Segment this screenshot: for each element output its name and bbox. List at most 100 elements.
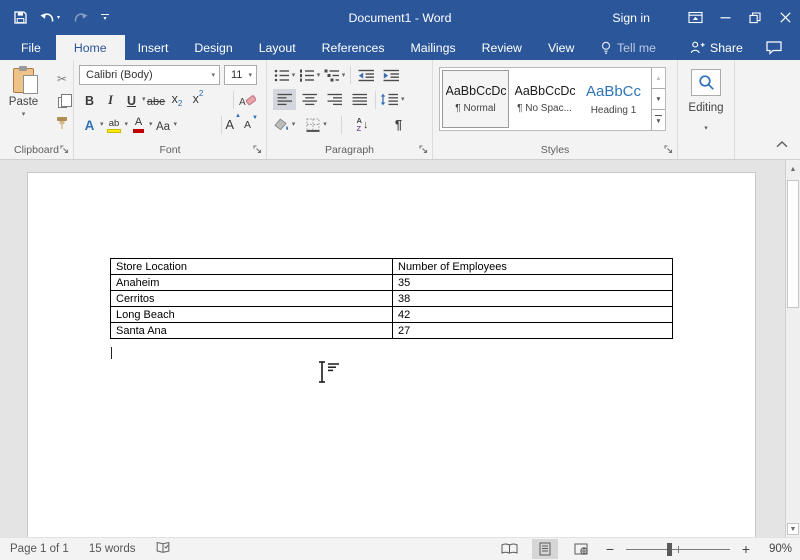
tab-file[interactable]: File <box>6 35 56 60</box>
share-button[interactable]: Share <box>690 35 743 60</box>
text-effects-button[interactable]: A <box>80 114 99 135</box>
change-case-button[interactable]: Aa <box>154 114 173 135</box>
bullets-button[interactable]: ▾ <box>273 65 296 86</box>
font-size-select[interactable]: 11 ▾ <box>224 65 257 85</box>
table-cell[interactable]: Store Location <box>110 258 393 275</box>
zoom-in-button[interactable]: + <box>740 541 752 557</box>
clear-formatting-button[interactable]: A <box>238 89 257 110</box>
ribbon-display-options-button[interactable] <box>680 0 710 35</box>
editing-dropdown-icon[interactable]: ▾ <box>704 125 708 132</box>
minimize-button[interactable] <box>710 0 740 35</box>
numbering-button[interactable]: ▾ <box>298 65 321 86</box>
restore-button[interactable] <box>740 0 770 35</box>
web-layout-button[interactable] <box>568 539 594 559</box>
tell-me-button[interactable]: Tell me <box>600 35 656 60</box>
italic-button[interactable]: I <box>101 89 120 110</box>
text-effects-dropdown-icon[interactable]: ▾ <box>100 121 104 128</box>
proofing-status-button[interactable] <box>156 541 171 557</box>
save-button[interactable] <box>14 11 27 24</box>
table-cell[interactable]: Number of Employees <box>392 258 673 275</box>
align-right-button[interactable] <box>323 89 346 110</box>
table-cell[interactable]: Santa Ana <box>110 322 393 339</box>
align-left-button[interactable] <box>273 89 296 110</box>
underline-button[interactable]: U <box>122 89 141 110</box>
zoom-level-label[interactable]: 90% <box>762 543 792 555</box>
scrollbar-down-button[interactable]: ▼ <box>787 523 799 535</box>
qat-customize-button[interactable]: ▾ <box>101 13 110 22</box>
find-button[interactable] <box>691 69 721 96</box>
table-cell[interactable]: 42 <box>392 306 673 323</box>
undo-dropdown-icon[interactable]: ▾ <box>57 15 60 21</box>
increase-indent-button[interactable] <box>380 65 403 86</box>
line-spacing-button[interactable]: ▾ <box>380 89 405 110</box>
styles-scroll-up-button[interactable]: ▲ <box>652 68 665 89</box>
print-layout-button[interactable] <box>532 539 558 559</box>
redo-button[interactable] <box>73 12 88 24</box>
paste-button[interactable]: Paste ▾ <box>3 63 44 131</box>
sort-button[interactable]: A Z ↓ <box>351 114 374 135</box>
strikethrough-button[interactable]: abe <box>147 89 166 110</box>
shrink-font-button[interactable]: A ▼ <box>244 115 258 131</box>
document-page[interactable] <box>27 172 756 537</box>
read-mode-button[interactable] <box>496 539 522 559</box>
multilevel-list-button[interactable]: ▾ <box>323 65 346 86</box>
tab-mailings[interactable]: Mailings <box>398 35 469 60</box>
subscript-button[interactable]: x2 <box>168 89 187 110</box>
clipboard-dialog-launcher[interactable] <box>59 144 70 155</box>
highlight-dropdown-icon[interactable]: ▾ <box>125 121 129 128</box>
align-center-button[interactable] <box>298 89 321 110</box>
table-cell[interactable]: 27 <box>392 322 673 339</box>
tab-home[interactable]: Home <box>55 35 125 60</box>
close-button[interactable] <box>770 0 800 35</box>
decrease-indent-button[interactable] <box>355 65 378 86</box>
table-cell[interactable]: Anaheim <box>110 274 393 291</box>
table-cell[interactable]: Long Beach <box>110 306 393 323</box>
justify-button[interactable] <box>348 89 371 110</box>
comments-button[interactable] <box>766 35 782 60</box>
change-case-dropdown-icon[interactable]: ▾ <box>174 121 178 128</box>
tab-insert[interactable]: Insert <box>125 35 182 60</box>
cut-button[interactable]: ✂ <box>51 70 73 87</box>
scrollbar-up-button[interactable]: ▲ <box>787 163 799 176</box>
font-dialog-launcher[interactable] <box>252 144 263 155</box>
page-count-label[interactable]: Page 1 of 1 <box>10 543 69 555</box>
format-painter-button[interactable] <box>51 114 73 131</box>
scrollbar-thumb[interactable] <box>787 180 799 308</box>
style-card-no-spacing[interactable]: AaBbCcDc ¶ No Spac... <box>511 70 578 128</box>
borders-button[interactable]: ▾ <box>305 114 328 135</box>
styles-dialog-launcher[interactable] <box>663 144 674 155</box>
font-name-select[interactable]: Calibri (Body) ▾ <box>79 65 220 85</box>
underline-dropdown-icon[interactable]: ▾ <box>142 96 146 103</box>
paste-dropdown-icon[interactable]: ▾ <box>22 111 26 118</box>
styles-scroll-down-button[interactable]: ▼ <box>652 89 665 110</box>
table-cell[interactable]: Cerritos <box>110 290 393 307</box>
tab-review[interactable]: Review <box>469 35 535 60</box>
zoom-out-button[interactable]: − <box>604 541 616 557</box>
zoom-slider-thumb[interactable] <box>667 542 672 556</box>
bold-button[interactable]: B <box>80 89 99 110</box>
vertical-scrollbar[interactable]: ▲ ▼ <box>785 160 800 537</box>
paragraph-dialog-launcher[interactable] <box>418 144 429 155</box>
grow-font-button[interactable]: A ▲ <box>225 113 241 132</box>
word-count-label[interactable]: 15 words <box>89 543 136 555</box>
font-color-dropdown-icon[interactable]: ▾ <box>149 121 153 128</box>
tab-layout[interactable]: Layout <box>246 35 309 60</box>
copy-button[interactable] <box>51 92 73 109</box>
show-formatting-marks-button[interactable]: ¶ <box>387 114 410 135</box>
collapse-ribbon-button[interactable] <box>776 135 788 153</box>
editing-group-button[interactable]: Editing <box>678 102 734 114</box>
sign-in-button[interactable]: Sign in <box>612 11 650 25</box>
table-cell[interactable]: 35 <box>392 274 673 291</box>
superscript-button[interactable]: x2 <box>189 89 208 110</box>
tab-references[interactable]: References <box>309 35 398 60</box>
style-card-normal[interactable]: AaBbCcDc ¶ Normal <box>442 70 509 128</box>
undo-button[interactable]: ▾ <box>40 12 60 24</box>
table-cell[interactable]: 38 <box>392 290 673 307</box>
styles-gallery-more-button[interactable]: ▼ <box>652 110 665 130</box>
highlight-button[interactable]: ab <box>105 114 124 135</box>
style-card-heading1[interactable]: AaBbCc Heading 1 <box>580 70 647 128</box>
shading-button[interactable]: ▾ <box>273 114 296 135</box>
zoom-slider[interactable] <box>626 542 730 556</box>
tab-view[interactable]: View <box>535 35 587 60</box>
tab-design[interactable]: Design <box>181 35 245 60</box>
